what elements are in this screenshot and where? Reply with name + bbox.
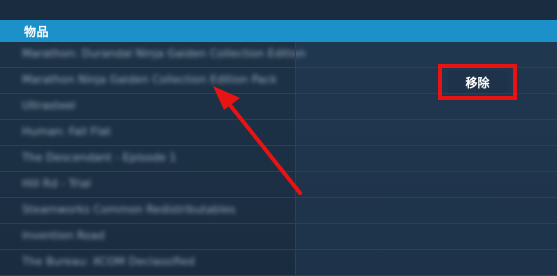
- highlight-box: 移除: [438, 64, 517, 100]
- list-item-label: Human: Fall Flat: [22, 125, 111, 138]
- remove-button[interactable]: 移除: [447, 71, 508, 93]
- list-item-label: Steamworks Common Redistributables: [22, 203, 236, 216]
- top-strip: [0, 0, 557, 20]
- list-item[interactable]: The Descendant - Episode 1: [0, 146, 557, 172]
- list-item-label: Ultrasteel: [22, 99, 76, 112]
- list-item-label: The Descendant - Episode 1: [22, 151, 177, 164]
- list-item[interactable]: Human: Fall Flat: [0, 120, 557, 146]
- list-item-label: Hill Rd - Trial: [22, 177, 92, 190]
- list-item[interactable]: Hill Rd - Trial: [0, 172, 557, 198]
- list-item[interactable]: Invention Road: [0, 224, 557, 250]
- steam-library-panel: 物品 Marathon: Durandal Ninja Gaiden Colle…: [0, 0, 557, 276]
- list-item-label: The Bureau: XCOM Declassified: [22, 255, 195, 268]
- list-item-label: Marathon Ninja Gaiden Collection Edition…: [22, 73, 277, 86]
- list-item-label: Invention Road: [22, 229, 105, 242]
- header-label: 物品: [24, 24, 50, 39]
- list-item[interactable]: Steamworks Common Redistributables: [0, 198, 557, 224]
- list-item[interactable]: The Bureau: XCOM Declassified: [0, 250, 557, 276]
- list-header: 物品: [0, 20, 557, 42]
- list-item-label: Marathon: Durandal Ninja Gaiden Collecti…: [22, 47, 306, 60]
